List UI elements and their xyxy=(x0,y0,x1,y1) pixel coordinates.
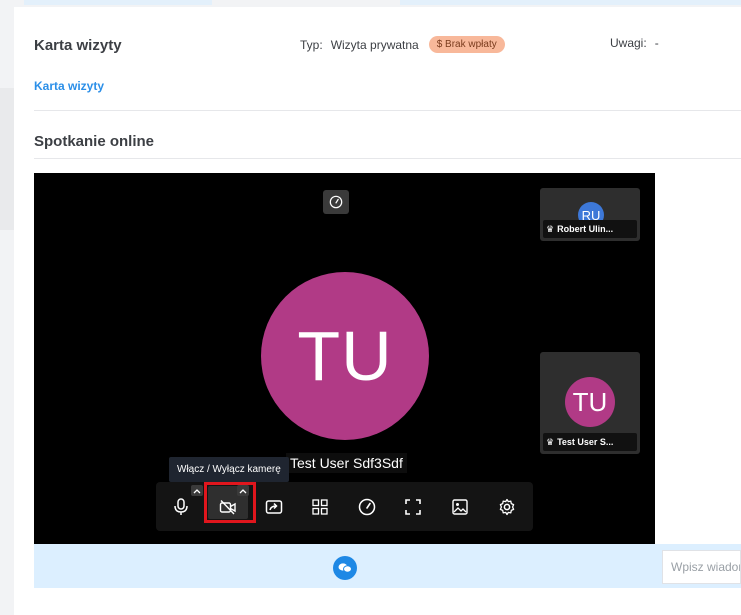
participant-name: Robert Ulin... xyxy=(557,224,614,234)
main-participant-avatar: TU xyxy=(261,272,429,440)
top-strip xyxy=(0,0,741,7)
participant-name-label: ♛ Test User S... xyxy=(543,433,637,451)
fullscreen-icon[interactable] xyxy=(400,494,426,520)
divider xyxy=(34,158,741,159)
video-stage: TU Test User Sdf3Sdf Włącz / Wyłącz kame… xyxy=(34,173,655,544)
chat-bubbles-icon[interactable] xyxy=(333,556,357,580)
screen-share-icon[interactable] xyxy=(261,494,287,520)
participant-avatar: TU xyxy=(565,377,615,427)
divider xyxy=(34,110,741,111)
participant-tile-robert[interactable]: RU ♛ Robert Ulin... xyxy=(540,188,640,241)
microphone-icon[interactable] xyxy=(168,494,194,520)
notes-label: Uwagi: xyxy=(610,36,647,50)
crown-icon: ♛ xyxy=(546,436,555,447)
visit-type-value: Wizyta prywatna xyxy=(330,37,419,52)
participant-name-label: ♛ Robert Ulin... xyxy=(543,220,637,238)
video-toolbar xyxy=(156,482,533,531)
camera-tooltip: Włącz / Wyłącz kamerę xyxy=(169,457,289,482)
chat-bar xyxy=(34,544,741,588)
visit-card: Karta wizyty Typ: Wizyta prywatna $ Brak… xyxy=(14,7,741,615)
tab-karta-wizyty[interactable]: Karta wizyty xyxy=(34,79,104,93)
crown-icon: ♛ xyxy=(546,223,555,234)
section-title: Spotkanie online xyxy=(34,133,155,150)
visit-type: Typ: Wizyta prywatna $ Brak wpłaty xyxy=(300,36,505,53)
performance-icon[interactable] xyxy=(354,494,380,520)
participant-name: Test User S... xyxy=(557,437,614,447)
camera-off-icon[interactable] xyxy=(215,494,241,520)
visit-type-label: Typ: xyxy=(300,37,323,52)
tile-view-icon[interactable] xyxy=(307,494,333,520)
performance-indicator-icon[interactable] xyxy=(323,190,349,214)
top-tab-left xyxy=(24,0,212,5)
top-tab-right xyxy=(400,0,741,5)
settings-gear-icon[interactable] xyxy=(494,494,520,520)
background-image-icon[interactable] xyxy=(447,494,473,520)
sidebar-panel xyxy=(0,88,14,230)
chat-message-input[interactable] xyxy=(662,550,741,584)
participant-tile-test-user[interactable]: TU ♛ Test User S... xyxy=(540,352,640,454)
notes: Uwagi: - xyxy=(610,36,659,50)
payment-status-badge: $ Brak wpłaty xyxy=(428,36,505,53)
main-participant-name: Test User Sdf3Sdf xyxy=(286,453,407,473)
notes-value: - xyxy=(654,36,659,50)
page-title: Karta wizyty xyxy=(34,37,122,54)
